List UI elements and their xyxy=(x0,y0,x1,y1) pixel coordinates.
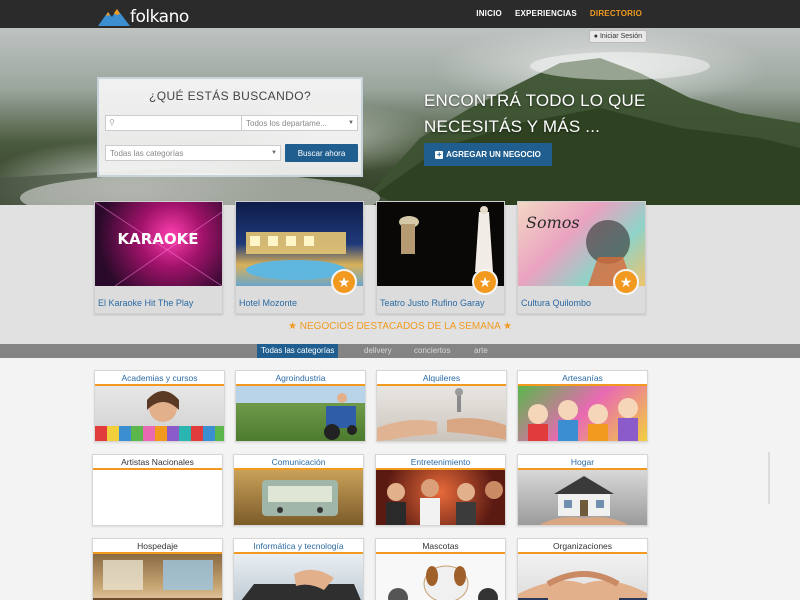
category-title: Agroindustria xyxy=(236,371,365,386)
category-image-placeholder xyxy=(93,470,222,525)
category-title: Hospedaje xyxy=(93,539,222,554)
category-image xyxy=(234,554,363,600)
category-title: Hogar xyxy=(518,455,647,470)
search-input[interactable]: ⚲ xyxy=(105,115,241,131)
featured-name[interactable]: Hotel Mozonte xyxy=(239,298,297,308)
category-title: Artistas Nacionales xyxy=(93,455,222,470)
brand-name: folkano .com xyxy=(130,8,220,36)
login-button[interactable]: ● Iniciar Sesión xyxy=(588,30,647,43)
star-icon: ★ xyxy=(331,269,357,295)
search-panel: ¿QUÉ ESTÁS BUSCANDO? ⚲ Todos los departa… xyxy=(97,77,363,177)
category-title: Comunicación xyxy=(234,455,363,470)
search-title: ¿QUÉ ESTÁS BUSCANDO? xyxy=(148,89,312,103)
category-card[interactable]: Hospedaje xyxy=(92,538,223,600)
featured-image: KARAOKE xyxy=(95,202,222,286)
category-title: Organizaciones xyxy=(518,539,647,554)
star-icon: ★ xyxy=(613,269,639,295)
category-image xyxy=(518,554,647,600)
category-card[interactable]: Artesanías xyxy=(517,370,648,442)
hero-slogan: ENCONTRÁ TODO LO QUE NECESITÁS Y MÁS ... xyxy=(424,91,646,136)
star-icon: ★ xyxy=(502,321,512,332)
featured-section: KARAOKE El Karaoke Hit The Play ★ Hotel … xyxy=(0,201,800,344)
hero-section: ● Iniciar Sesión ¿QUÉ ESTÁS BUSCANDO? ⚲ … xyxy=(0,28,800,205)
category-card[interactable]: Artistas Nacionales xyxy=(92,454,223,526)
category-image xyxy=(376,554,505,600)
tab-delivery[interactable]: delivery xyxy=(364,344,392,358)
category-title: Informática y tecnología xyxy=(234,539,363,554)
svg-text:Somos: Somos xyxy=(526,213,580,232)
star-icon: ★ xyxy=(288,321,297,332)
nav-item-directorio[interactable]: DIRECTORIO xyxy=(590,9,642,18)
category-card[interactable]: Agroindustria xyxy=(235,370,366,442)
category-image xyxy=(236,386,365,441)
featured-card[interactable]: ★ Teatro Justo Rufino Garay xyxy=(376,201,505,314)
featured-card[interactable]: Somos ★ Cultura Quilombo xyxy=(517,201,646,314)
category-card[interactable]: Academias y cursos xyxy=(94,370,225,442)
svg-text:KARAOKE: KARAOKE xyxy=(117,230,198,248)
mountain-logo-icon xyxy=(98,9,130,26)
category-card[interactable]: Informática y tecnología xyxy=(233,538,364,600)
category-image xyxy=(518,386,647,441)
categories-grid: Academias y cursos Agroindustria Alquile… xyxy=(0,358,800,600)
category-card[interactable]: Comunicación xyxy=(233,454,364,526)
category-title: Entretenimiento xyxy=(376,455,505,470)
search-button[interactable]: Buscar ahora xyxy=(285,144,358,162)
category-select[interactable]: Todas las categorías ▼ xyxy=(105,145,281,161)
category-tabbar: Todas las categorías delivery conciertos… xyxy=(0,344,800,358)
category-card[interactable]: Entretenimiento xyxy=(375,454,506,526)
plus-icon: + xyxy=(435,149,444,159)
chevron-down-icon: ▼ xyxy=(348,120,354,126)
category-card[interactable]: Alquileres xyxy=(376,370,507,442)
category-image xyxy=(234,470,363,525)
featured-card[interactable]: ★ Hotel Mozonte xyxy=(235,201,364,314)
category-card[interactable]: Mascotas xyxy=(375,538,506,600)
brand-logo[interactable]: folkano .com xyxy=(98,2,220,36)
chevron-down-icon: ▼ xyxy=(271,150,277,156)
category-image xyxy=(377,386,506,441)
featured-name[interactable]: Cultura Quilombo xyxy=(521,298,591,308)
featured-heading: ★ NEGOCIOS DESTACADOS DE LA SEMANA ★ xyxy=(288,321,512,332)
category-title: Alquileres xyxy=(377,371,506,386)
category-card[interactable]: Hogar xyxy=(517,454,648,526)
tab-arte[interactable]: arte xyxy=(474,344,488,358)
category-image xyxy=(93,554,222,600)
featured-card[interactable]: KARAOKE El Karaoke Hit The Play xyxy=(94,201,223,314)
category-image xyxy=(518,470,647,525)
featured-name[interactable]: El Karaoke Hit The Play xyxy=(98,298,193,308)
category-image xyxy=(95,386,224,441)
star-icon: ★ xyxy=(472,269,498,295)
top-navbar: folkano .com INICIO EXPERIENCIAS DIRECTO… xyxy=(0,0,800,36)
add-business-button[interactable]: + AGREGAR UN NEGOCIO xyxy=(424,143,552,166)
category-title: Artesanías xyxy=(518,371,647,386)
nav-item-experiencias[interactable]: EXPERIENCIAS xyxy=(515,9,577,18)
user-icon: ● xyxy=(593,33,598,40)
featured-name[interactable]: Teatro Justo Rufino Garay xyxy=(380,298,485,308)
department-select[interactable]: Todos los departame... ▼ xyxy=(241,115,358,131)
category-title: Academias y cursos xyxy=(95,371,224,386)
tab-todas[interactable]: Todas las categorías xyxy=(257,344,339,358)
scrollbar[interactable] xyxy=(768,452,770,504)
search-icon: ⚲ xyxy=(109,118,115,127)
category-title: Mascotas xyxy=(376,539,505,554)
category-card[interactable]: Organizaciones xyxy=(517,538,648,600)
category-image xyxy=(376,470,505,525)
nav-item-inicio[interactable]: INICIO xyxy=(476,9,502,18)
tab-conciertos[interactable]: conciertos xyxy=(414,344,450,358)
main-nav: INICIO EXPERIENCIAS DIRECTORIO xyxy=(476,9,642,18)
